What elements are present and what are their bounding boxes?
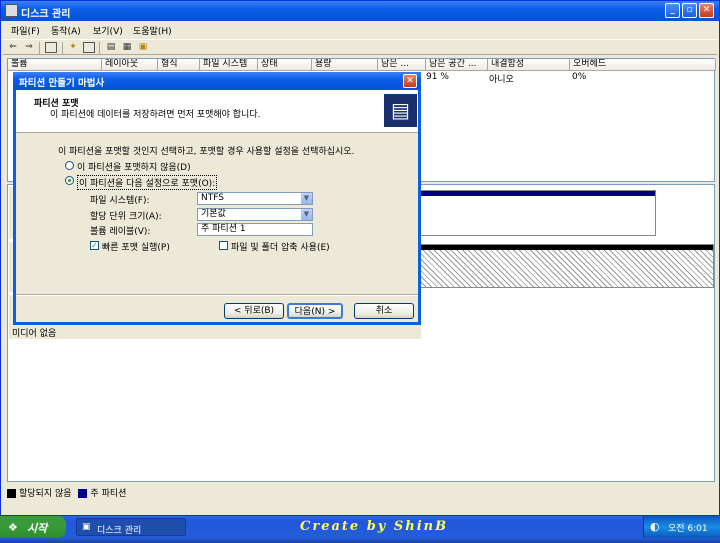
legend-unallocated: 할당되지 않음	[19, 489, 72, 499]
fs-select[interactable]: NTFS ▼	[197, 192, 313, 205]
help-icon[interactable]	[83, 42, 95, 53]
network-icon[interactable]: ◐	[650, 520, 660, 533]
back-button[interactable]: < 뒤로(B)	[224, 303, 284, 319]
menu-bar: 파일(F) 동작(A) 보기(V) 도움말(H)	[3, 23, 717, 37]
radio-format-label[interactable]: 이 파티션을 다음 설정으로 포맷(O):	[77, 175, 218, 190]
radio-noformat-label[interactable]: 이 파티션을 포맷하지 않음(D)	[77, 160, 191, 173]
windows-logo-icon: ❖	[8, 521, 18, 534]
fs-label: 파일 시스템(F):	[90, 196, 150, 206]
console-icon[interactable]	[45, 42, 57, 53]
watermark-text: Create by ShinB	[300, 519, 449, 534]
col-fault-tolerance[interactable]: 내결함성	[488, 59, 570, 71]
minimize-button[interactable]: _	[665, 3, 680, 18]
dialog-titlebar[interactable]: 파티션 만들기 마법사 ✕	[13, 72, 421, 90]
next-button[interactable]: 다음(N) >	[287, 303, 343, 319]
quick-format-checkbox[interactable]: ✓	[90, 241, 99, 250]
volume-label-input[interactable]: 주 파티션 1	[197, 223, 313, 236]
restore-button[interactable]: ▫	[682, 3, 697, 18]
col-free-pct[interactable]: 남은 공간 ...	[426, 59, 488, 71]
row-free-pct: 91 %	[426, 72, 449, 82]
cancel-button[interactable]: 취소	[354, 303, 414, 319]
taskbar-item-disk-management[interactable]: ▣ 디스크 관리	[76, 518, 186, 536]
menu-action[interactable]: 동작(A)	[51, 24, 81, 37]
radio-noformat[interactable]	[65, 161, 74, 170]
properties2-icon[interactable]: ▣	[137, 42, 149, 53]
taskbar-item-label: 디스크 관리	[97, 526, 142, 536]
dialog-header: 파티션 포맷 이 파티션에 데이터를 저장하려면 먼저 포맷해야 합니다. ▤	[16, 90, 418, 133]
row-fault-tolerance: 아니오	[489, 75, 514, 85]
window-title: 디스크 관리	[21, 9, 71, 20]
chevron-down-icon[interactable]: ▼	[300, 193, 312, 204]
volume-label-label: 볼륨 레이블(V):	[90, 227, 151, 237]
clock[interactable]: 오전 6:01	[668, 521, 708, 534]
dialog-divider	[16, 294, 418, 296]
alloc-select[interactable]: 기본값 ▼	[197, 208, 313, 221]
chevron-down-icon[interactable]: ▼	[300, 209, 312, 220]
compress-label[interactable]: 파일 및 폴더 압축 사용(E)	[231, 240, 330, 253]
legend-unallocated-swatch	[7, 489, 16, 498]
menu-file[interactable]: 파일(F)	[11, 24, 40, 37]
legend-primary-swatch	[78, 489, 88, 498]
disk-stack-icon: ▤	[384, 94, 417, 127]
system-tray: ◐ 오전 6:01	[643, 516, 720, 538]
app-icon	[5, 4, 18, 17]
start-label: 시작	[27, 522, 48, 535]
partition-wizard-dialog: 파티션 만들기 마법사 ✕ 파티션 포맷 이 파티션에 데이터를 저장하려면 먼…	[13, 72, 421, 325]
col-layout[interactable]: 레이아웃	[102, 59, 158, 71]
col-overhead[interactable]: 오버헤드	[570, 59, 716, 71]
export-icon[interactable]: ▤	[105, 42, 117, 53]
col-free[interactable]: 남은 ...	[378, 59, 426, 71]
window-titlebar[interactable]: 디스크 관리 _ ▫ ✕	[1, 1, 719, 21]
disk1-partition[interactable]	[420, 244, 714, 288]
menu-help[interactable]: 도움말(H)	[133, 24, 172, 37]
legend-primary: 주 파티션	[90, 489, 127, 499]
dialog-close-button[interactable]: ✕	[403, 74, 417, 88]
instruction-text: 이 파티션을 포맷할 것인지 선택하고, 포맷할 경우 사용할 설정을 선택하십…	[58, 147, 355, 157]
dialog-title: 파티션 만들기 마법사	[19, 78, 105, 89]
forward-icon[interactable]: ⇒	[23, 42, 35, 53]
col-type[interactable]: 형식	[158, 59, 200, 71]
taskbar: ❖ 시작 ▣ 디스크 관리 Create by ShinB ◐ 오전 6:01	[0, 516, 720, 543]
menu-view[interactable]: 보기(V)	[93, 24, 123, 37]
settings-icon[interactable]: ▦	[121, 42, 133, 53]
disk-management-icon: ▣	[82, 522, 91, 532]
col-capacity[interactable]: 용량	[312, 59, 378, 71]
row-overhead: 0%	[572, 72, 587, 82]
quick-format-label[interactable]: 빠른 포맷 실행(P)	[102, 240, 170, 253]
properties-icon[interactable]: ✦	[67, 42, 79, 53]
close-button[interactable]: ✕	[699, 3, 714, 18]
col-volume[interactable]: 볼륨	[8, 59, 102, 71]
legend: 할당되지 않음 주 파티션	[7, 486, 715, 500]
back-icon[interactable]: ⇐	[7, 42, 19, 53]
disk0-volume[interactable]	[420, 190, 656, 236]
dialog-subheading: 이 파티션에 데이터를 저장하려면 먼저 포맷해야 합니다.	[50, 110, 261, 120]
no-media-label: 미디어 없음	[12, 329, 57, 339]
start-button[interactable]: ❖ 시작	[0, 516, 66, 538]
alloc-label: 할당 단위 크기(A):	[90, 212, 162, 222]
col-filesystem[interactable]: 파일 시스템	[200, 59, 258, 71]
compress-checkbox[interactable]	[219, 241, 228, 250]
toolbar: ⇐ ⇒ ✦ ▤ ▦ ▣	[3, 39, 717, 55]
col-status[interactable]: 상태	[258, 59, 312, 71]
radio-format[interactable]	[65, 176, 74, 185]
